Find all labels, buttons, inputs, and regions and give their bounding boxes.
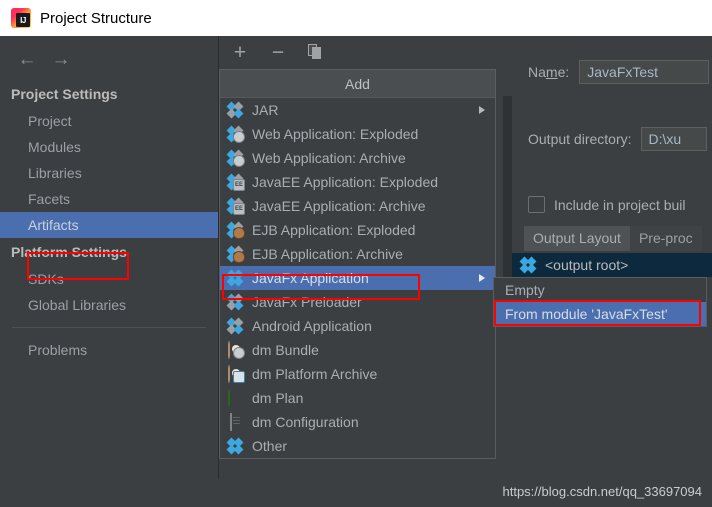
name-label: Name: [528, 64, 570, 80]
javaee-artifact-icon: EE [226, 173, 245, 191]
intellij-idea-logo-icon [11, 8, 31, 28]
dm-bundle-icon [228, 341, 245, 359]
menu-item-label: JavaFx Preloader [252, 294, 362, 310]
sidebar-item-artifacts[interactable]: Artifacts [0, 212, 218, 238]
tab-output-layout[interactable]: Output Layout [524, 226, 630, 251]
output-directory-label: Output directory: [528, 131, 632, 147]
menu-item-other[interactable]: Other [220, 434, 495, 458]
menu-item-label: JavaFx Application [252, 270, 369, 286]
include-in-project-build-row[interactable]: Include in project buil [528, 196, 686, 213]
menu-item-dm-plan[interactable]: dm Plan [220, 386, 495, 410]
sidebar-item-modules[interactable]: Modules [0, 134, 218, 160]
artifacts-toolbar: + − [219, 38, 513, 66]
dm-plan-icon [228, 389, 244, 407]
web-artifact-icon [226, 149, 245, 167]
menu-item-label: Web Application: Exploded [252, 126, 419, 142]
artifact-diamond-icon [226, 269, 244, 287]
window-title: Project Structure [40, 9, 152, 27]
menu-item-label: EJB Application: Exploded [252, 222, 416, 238]
sidebar-item-facets[interactable]: Facets [0, 186, 218, 212]
menu-item-label: dm Configuration [252, 414, 359, 430]
back-arrow-icon[interactable]: ← [10, 47, 44, 71]
artifact-diamond-icon [226, 437, 244, 455]
plus-icon[interactable]: + [229, 41, 251, 63]
chevron-right-icon [479, 106, 485, 114]
menu-item-label: EJB Application: Archive [252, 246, 403, 262]
include-in-project-build-label: Include in project buil [554, 196, 686, 213]
navigation-arrows: ← → [0, 44, 218, 74]
artifact-diamond-icon [226, 317, 244, 335]
menu-item-javafx-application[interactable]: JavaFx Application [220, 266, 495, 290]
menu-item-web-application-archive[interactable]: Web Application: Archive [220, 146, 495, 170]
sidebar-item-project[interactable]: Project [0, 108, 218, 134]
artifact-diamond-icon [226, 293, 244, 311]
panel-split-strip [503, 96, 512, 301]
javaee-artifact-icon: EE [226, 197, 245, 215]
javafx-application-submenu: Empty From module 'JavaFxTest' [493, 277, 707, 327]
menu-item-android-application[interactable]: Android Application [220, 314, 495, 338]
project-structure-dialog: Project Structure ← → Project Settings P… [0, 0, 712, 507]
menu-item-label: dm Bundle [252, 342, 319, 358]
menu-item-ejb-application-exploded[interactable]: EJB Application: Exploded [220, 218, 495, 242]
menu-item-dm-platform-archive[interactable]: dm Platform Archive [220, 362, 495, 386]
menu-item-javafx-preloader[interactable]: JavaFx Preloader [220, 290, 495, 314]
minus-icon[interactable]: − [267, 41, 289, 63]
tree-row-output-root[interactable]: <output root> [512, 253, 712, 277]
menu-item-dm-bundle[interactable]: dm Bundle [220, 338, 495, 362]
sidebar-list: Project Settings Project Modules Librari… [0, 80, 218, 363]
ejb-artifact-icon [226, 245, 245, 263]
output-directory-input[interactable]: D:\xu [640, 127, 707, 151]
submenu-item-empty[interactable]: Empty [494, 278, 706, 302]
sidebar-heading-platform-settings: Platform Settings [11, 244, 127, 260]
ejb-artifact-icon [226, 221, 245, 239]
web-artifact-icon [226, 125, 245, 143]
dm-platform-archive-icon [228, 365, 245, 383]
artifact-diamond-icon [226, 101, 244, 119]
sidebar-divider [12, 327, 206, 328]
name-row: Name: JavaFxTest [528, 60, 710, 84]
artifact-diamond-icon [519, 256, 537, 274]
submenu-item-from-module[interactable]: From module 'JavaFxTest' [494, 302, 706, 326]
menu-item-label: JavaEE Application: Exploded [252, 174, 439, 190]
copy-icon[interactable] [305, 41, 327, 63]
sidebar-item-global-libraries[interactable]: Global Libraries [0, 292, 218, 318]
dm-configuration-icon [228, 413, 244, 431]
sidebar-item-problems[interactable]: Problems [0, 337, 218, 363]
tab-pre-processing[interactable]: Pre-proc [629, 226, 702, 251]
settings-sidebar: ← → Project Settings Project Modules Lib… [0, 36, 218, 507]
name-input[interactable]: JavaFxTest [579, 60, 710, 84]
menu-item-label: dm Platform Archive [252, 366, 378, 382]
chevron-right-icon [479, 274, 485, 282]
add-artifact-popup-menu: Add JAR Web Application: Exploded Web Ap… [219, 69, 496, 459]
output-directory-row: Output directory: D:\xu [528, 127, 707, 151]
menu-item-jar[interactable]: JAR [220, 98, 495, 122]
menu-item-label: dm Plan [252, 390, 304, 406]
title-bar: Project Structure [0, 0, 712, 36]
menu-item-javaee-application-archive[interactable]: EE JavaEE Application: Archive [220, 194, 495, 218]
menu-item-label: JavaEE Application: Archive [252, 198, 426, 214]
sidebar-heading-project-settings: Project Settings [11, 86, 118, 102]
menu-item-label: Web Application: Archive [252, 150, 406, 166]
forward-arrow-icon[interactable]: → [44, 47, 78, 71]
sidebar-item-libraries[interactable]: Libraries [0, 160, 218, 186]
tree-row-output-root-label: <output root> [545, 257, 629, 273]
sidebar-item-sdks[interactable]: SDKs [0, 266, 218, 292]
include-in-project-build-checkbox[interactable] [528, 196, 545, 213]
menu-item-label: Android Application [252, 318, 372, 334]
popup-menu-title: Add [220, 70, 495, 98]
menu-item-label: JAR [252, 102, 279, 118]
menu-item-dm-configuration[interactable]: dm Configuration [220, 410, 495, 434]
artifact-tabs: Output Layout Pre-proc [524, 226, 702, 251]
menu-item-ejb-application-archive[interactable]: EJB Application: Archive [220, 242, 495, 266]
menu-item-javaee-application-exploded[interactable]: EE JavaEE Application: Exploded [220, 170, 495, 194]
menu-item-web-application-exploded[interactable]: Web Application: Exploded [220, 122, 495, 146]
menu-item-label: Other [252, 438, 288, 454]
watermark-url: https://blog.csdn.net/qq_33697094 [502, 484, 703, 499]
